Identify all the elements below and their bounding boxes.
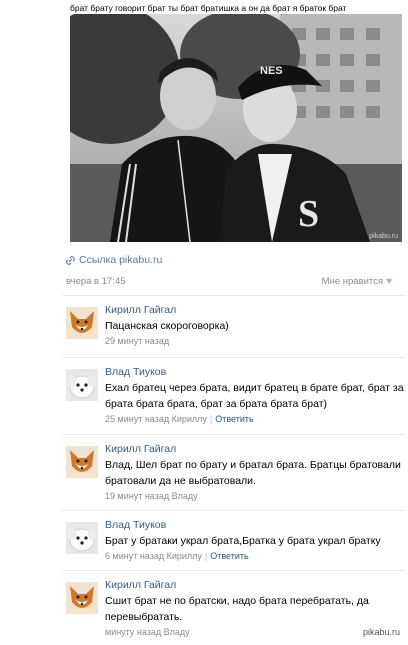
comment-author[interactable]: Кирилл Гайгал [105,578,405,592]
comment-meta: 6 минут назад Кириллу | Ответить [105,551,405,561]
comment-meta: 19 минут назад Владу [105,491,405,501]
post-link[interactable]: Ссылка pikabu.ru [66,254,162,266]
meta-separator: | [209,414,213,424]
reply-button[interactable]: Ответить [210,551,248,561]
comment-meta: минуту назад Владу [105,627,405,637]
svg-text:NES: NES [260,65,283,77]
comment-time[interactable]: минуту назад Владу [105,627,190,637]
post-link-label: Ссылка pikabu.ru [79,254,163,266]
photo-image: NES S [70,14,402,242]
comment-time[interactable]: 6 минут назад Кириллу [105,551,202,561]
footer-watermark: pikabu.ru [362,627,400,637]
divider [62,434,405,435]
svg-text:S: S [298,193,319,235]
comment-author[interactable]: Влад Тиуков [105,518,405,532]
fox-avatar[interactable] [66,446,98,478]
post-photo[interactable]: NES S pikabu.ru [70,14,402,242]
post-caption: брат брату говорит брат ты брат братишка… [70,3,347,13]
comment-text: Брат у братаки украл брата,Братка у брат… [105,535,381,547]
fox-avatar[interactable] [66,582,98,614]
comment-meta: 29 минут назад [105,336,405,346]
white-dog-avatar[interactable] [66,369,98,401]
meta-separator: | [204,551,208,561]
divider [62,570,405,571]
comment-meta: 25 минут назад Кириллу | Ответить [105,414,405,424]
divider [62,357,405,358]
comment-time[interactable]: 19 минут назад Владу [105,491,198,501]
divider [62,295,405,296]
reply-button[interactable]: Ответить [215,414,253,424]
white-dog-avatar[interactable] [66,522,98,554]
divider [62,510,405,511]
comment-author[interactable]: Влад Тиуков [105,365,405,379]
comment-text: Влад, Шел брат по брату и братал брата. … [105,459,401,487]
like-label: Мне нравится [321,276,384,287]
comment-text: Ехал братец через брата, видит братец в … [105,382,404,410]
link-icon [66,255,75,265]
comment-time[interactable]: 25 минут назад Кириллу [105,414,207,424]
heart-icon: ♥ [386,276,392,287]
comment-text: Сшит брат не по братски, надо брата пере… [105,595,369,623]
fox-avatar[interactable] [66,307,98,339]
photo-watermark: pikabu.ru [369,233,398,240]
comment-author[interactable]: Кирилл Гайгал [105,303,405,317]
like-button[interactable]: Мне нравится ♥ [322,276,392,287]
comment-author[interactable]: Кирилл Гайгал [105,442,405,456]
comment-time[interactable]: 29 минут назад [105,336,169,346]
post-timestamp[interactable]: вчера в 17:45 [66,276,126,287]
comment-text: Пацанская скороговорка) [105,320,229,332]
